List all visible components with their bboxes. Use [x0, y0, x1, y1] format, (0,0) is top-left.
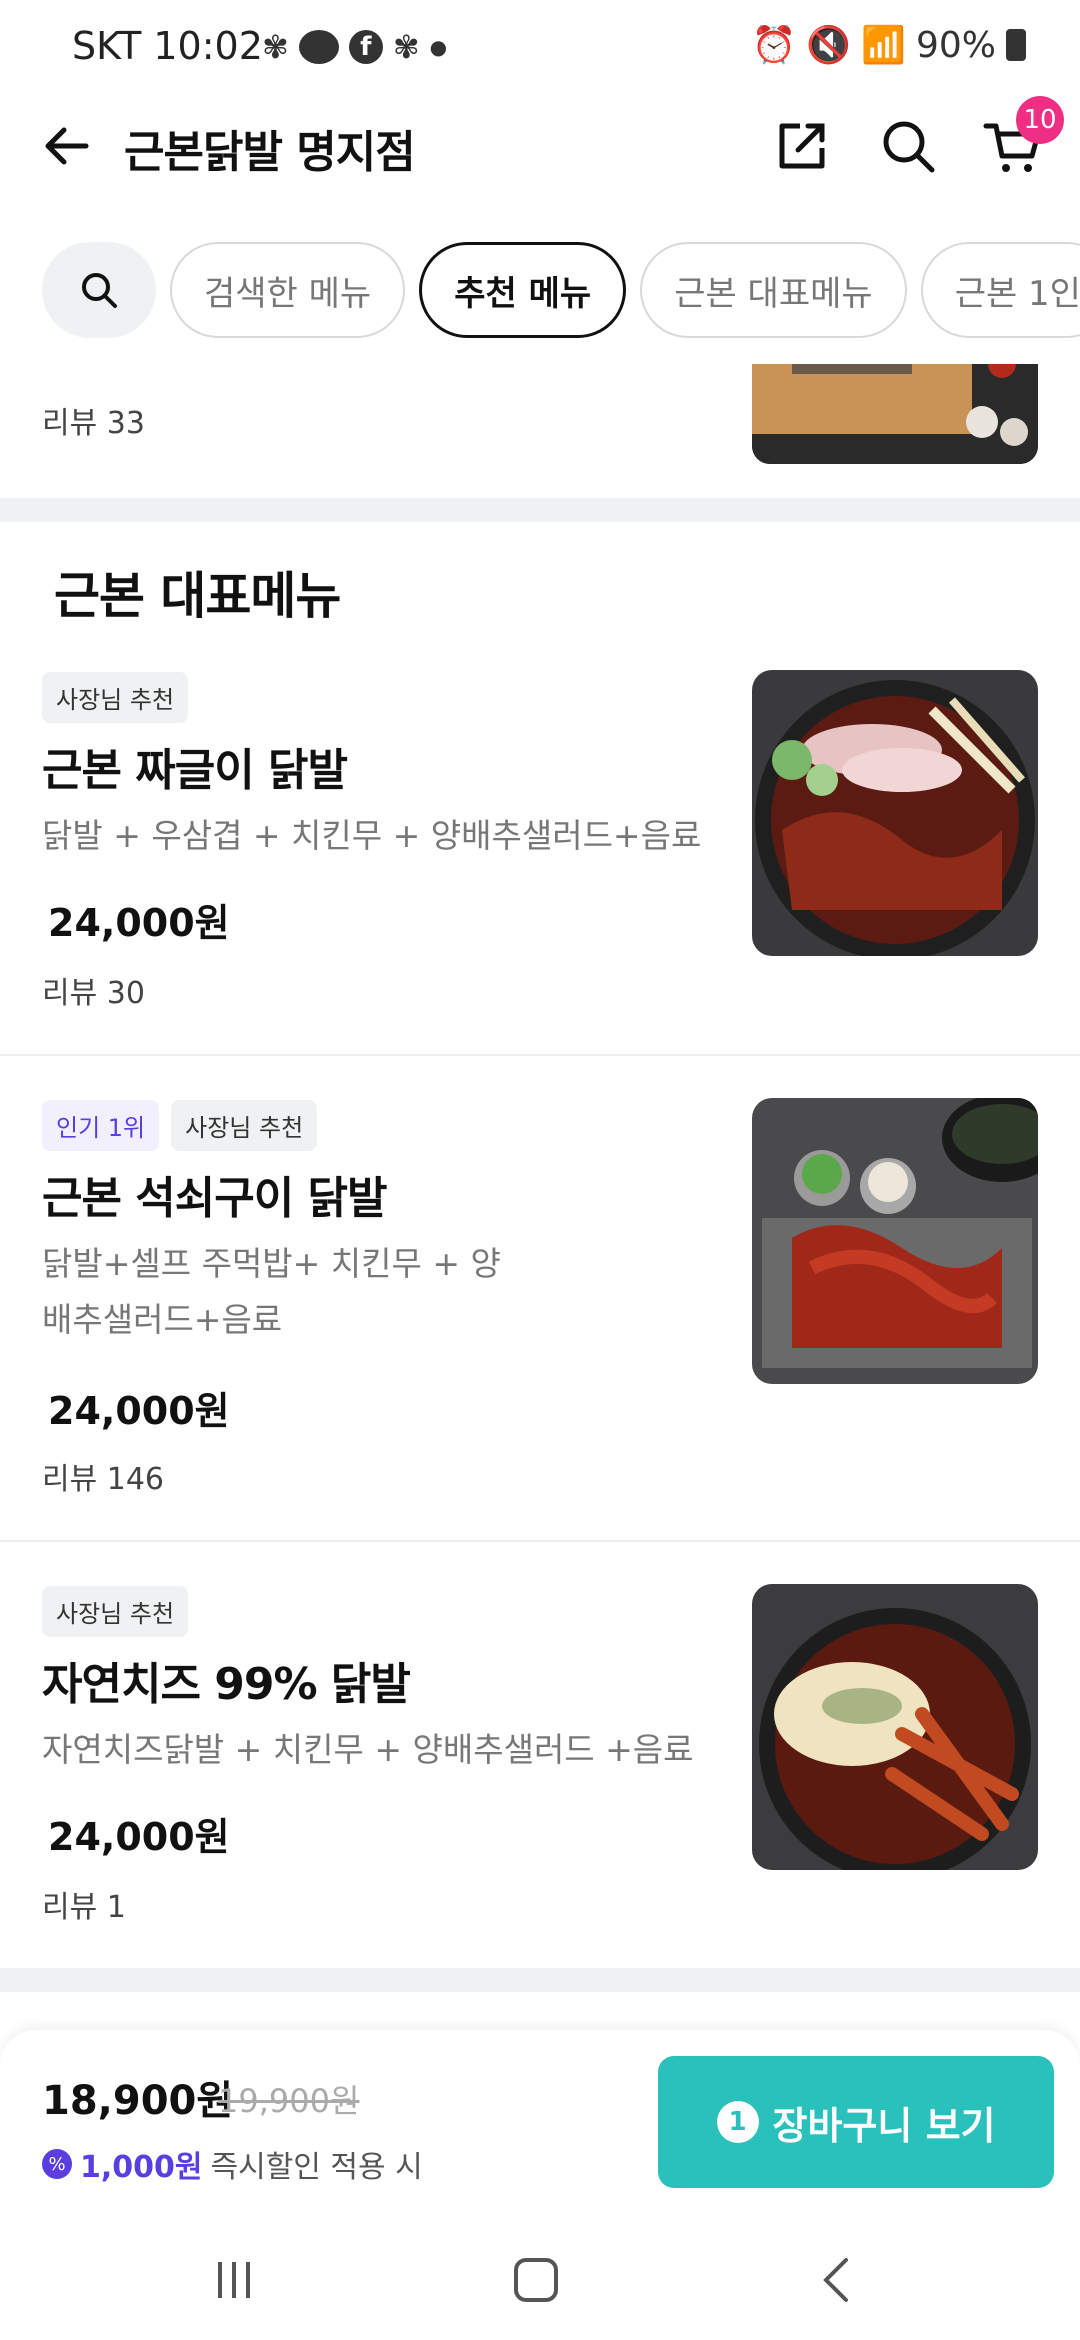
- instant-discount-info: % 1,000원 즉시할인 적용 시: [42, 2142, 423, 2186]
- chevron-left-icon: [823, 2258, 848, 2302]
- app-notification-icon: ✾: [262, 28, 289, 66]
- search-button[interactable]: [878, 116, 938, 176]
- battery-percent: 90%: [915, 24, 996, 66]
- mute-icon: 🔇: [806, 25, 852, 66]
- section-divider: [0, 1968, 1080, 1992]
- store-header: 근본닭발 명지점 10: [0, 96, 1080, 196]
- menu-item-badges: 인기 1위 사장님 추천: [42, 1100, 318, 1151]
- search-icon: [82, 273, 117, 308]
- menu-item-name: 근본 짜글이 닭발: [42, 745, 348, 796]
- battery-icon: [1006, 29, 1026, 61]
- menu-item-review-count: 리뷰 1: [42, 1890, 126, 1925]
- arrow-left-icon: [45, 127, 89, 165]
- menu-search-button[interactable]: [42, 242, 156, 338]
- item-divider: [0, 1054, 1080, 1056]
- menu-item-photo: [752, 1098, 1038, 1384]
- share-button[interactable]: [772, 116, 832, 176]
- cart-count-badge: 10: [1016, 96, 1064, 144]
- tab-single-menu[interactable]: 근본 1인: [920, 242, 1080, 338]
- tab-searched-menu[interactable]: 검색한 메뉴: [170, 242, 406, 338]
- cart-item-count: 1: [716, 2101, 759, 2143]
- back-nav-button[interactable]: [808, 2250, 868, 2310]
- tab-signature-menu[interactable]: 근본 대표메뉴: [640, 242, 907, 338]
- cart-summary-bar: 18,900원 19,900원 % 1,000원 즉시할인 적용 시 1 장바구…: [0, 2030, 1080, 2220]
- status-bar: SKT 10:02 ✾ TALK f ✾ ● ⏰ 🔇 📶 90%: [0, 0, 1080, 96]
- item-divider: [0, 1540, 1080, 1542]
- cart-total-price: 18,900원: [42, 2078, 234, 2124]
- menu-item-review-count: 리뷰 146: [42, 1462, 164, 1497]
- view-cart-label: 장바구니 보기: [772, 2103, 996, 2148]
- discount-text: 즉시할인 적용 시: [210, 2150, 423, 2185]
- menu-item-price: 24,000원: [48, 901, 230, 945]
- system-status: ⏰ 🔇 📶 90%: [751, 24, 1026, 66]
- kakaotalk-icon: TALK: [298, 30, 339, 64]
- menu-item-name: 근본 석쇠구이 닭발: [42, 1173, 387, 1224]
- owner-recommend-badge: 사장님 추천: [42, 1586, 189, 1637]
- menu-item-photo: [752, 1584, 1038, 1870]
- recent-apps-icon: [218, 2262, 250, 2298]
- home-icon: [514, 2258, 558, 2302]
- alarm-icon: ⏰: [751, 25, 797, 66]
- notification-icons: ✾ TALK f ✾ ●: [262, 28, 447, 66]
- menu-item-price: 24,000원: [48, 1815, 230, 1859]
- recent-apps-button[interactable]: [204, 2250, 264, 2310]
- more-notifications-dot-icon: ●: [429, 35, 448, 59]
- menu-item-review-count: 리뷰 33: [42, 406, 145, 441]
- menu-category-tabs: 검색한 메뉴 추천 메뉴 근본 대표메뉴 근본 1인: [42, 242, 1080, 338]
- facebook-icon: f: [348, 30, 383, 64]
- menu-item-description: 닭발 + 우삼겹 + 치킨무 + 양배추샐러드+음료: [42, 816, 702, 855]
- menu-item-partial[interactable]: 리뷰 33: [0, 364, 1080, 498]
- view-cart-button[interactable]: 1 장바구니 보기: [658, 2056, 1054, 2188]
- wifi-icon: 📶: [861, 25, 906, 66]
- section-divider: [0, 498, 1080, 522]
- app-notification-icon: ✾: [392, 28, 420, 66]
- menu-item[interactable]: 인기 1위 사장님 추천 근본 석쇠구이 닭발 닭발+셀프 주먹밥+ 치킨무 +…: [0, 1092, 1080, 1540]
- menu-item-photo: [752, 670, 1038, 956]
- status-time: SKT 10:02: [72, 24, 263, 68]
- menu-item-price: 24,000원: [48, 1389, 230, 1433]
- owner-recommend-badge: 사장님 추천: [171, 1100, 318, 1151]
- menu-item-name: 자연치즈 99% 닭발: [42, 1659, 411, 1710]
- home-button[interactable]: [506, 2250, 566, 2310]
- menu-item[interactable]: 사장님 추천 근본 짜글이 닭발 닭발 + 우삼겹 + 치킨무 + 양배추샐러드…: [0, 664, 1080, 1054]
- discount-amount: 1,000원: [80, 2150, 203, 2185]
- discount-icon: %: [42, 2149, 72, 2179]
- search-icon: [883, 121, 935, 173]
- back-button[interactable]: [40, 118, 96, 174]
- cart-original-price: 19,900원: [218, 2082, 360, 2120]
- menu-item-badges: 사장님 추천: [42, 1586, 189, 1637]
- menu-item-review-count: 리뷰 30: [42, 976, 145, 1011]
- menu-item[interactable]: 사장님 추천 자연치즈 99% 닭발 자연치즈닭발 + 치킨무 + 양배추샐러드…: [0, 1578, 1080, 1968]
- tab-recommended-menu[interactable]: 추천 메뉴: [419, 242, 627, 338]
- menu-item-description: 자연치즈닭발 + 치킨무 + 양배추샐러드 +음료: [42, 1730, 694, 1769]
- cart-button[interactable]: 10: [982, 96, 1064, 176]
- store-title: 근본닭발 명지점: [124, 127, 416, 178]
- popular-rank-badge: 인기 1위: [42, 1100, 160, 1151]
- section-title: 근본 대표메뉴: [54, 567, 341, 625]
- menu-item-photo: [752, 364, 1038, 464]
- owner-recommend-badge: 사장님 추천: [42, 672, 189, 723]
- menu-item-badges: 사장님 추천: [42, 672, 189, 723]
- menu-item-description: 닭발+셀프 주먹밥+ 치킨무 + 양배추샐러드+음료: [42, 1244, 501, 1339]
- system-nav-bar: [0, 2220, 1080, 2340]
- share-icon: [779, 123, 825, 169]
